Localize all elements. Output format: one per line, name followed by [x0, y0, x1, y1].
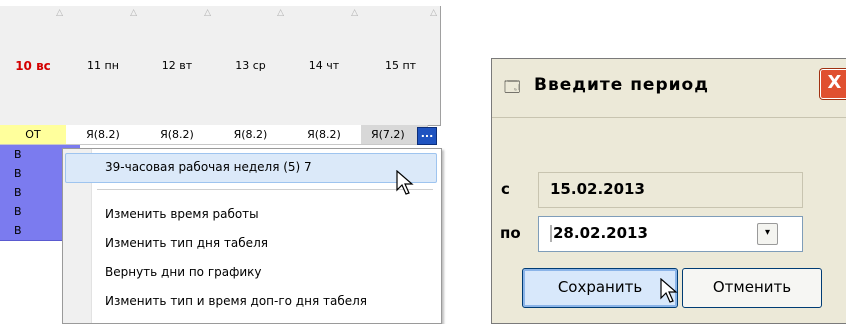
dialog-title: Введите период: [534, 75, 709, 95]
column-header-11[interactable]: △ 11 пн: [66, 6, 141, 126]
menu-separator: [97, 189, 433, 190]
ellipsis-button[interactable]: ...: [417, 127, 437, 145]
sort-triangle-icon: △: [56, 8, 63, 18]
sort-triangle-icon: △: [130, 8, 137, 18]
chevron-down-icon[interactable]: ▾: [757, 223, 778, 245]
context-menu: 39-часовая рабочая неделя (5) 7 Изменить…: [62, 148, 442, 324]
column-header-13[interactable]: △ 13 ср: [214, 6, 288, 126]
menu-item-change-work-time[interactable]: Изменить время работы: [105, 207, 259, 221]
close-button[interactable]: X: [820, 69, 846, 99]
column-header-14[interactable]: △ 14 чт: [287, 6, 362, 126]
table-cell[interactable]: ОТ: [0, 125, 67, 145]
sort-triangle-icon: △: [351, 8, 358, 18]
window-icon: 🗔: [504, 78, 521, 96]
sort-triangle-icon: △: [430, 8, 437, 18]
to-label: по: [500, 224, 521, 242]
menu-item-change-extra-day[interactable]: Изменить тип и время доп-го дня табеля: [105, 294, 367, 308]
column-header-10[interactable]: △ 10 вс: [0, 6, 67, 126]
mouse-pointer-icon: [396, 170, 414, 195]
menu-item-restore-days[interactable]: Вернуть дни по графику: [105, 265, 262, 279]
table-cell[interactable]: Я(8.2): [66, 125, 141, 145]
table-cell[interactable]: Я(8.2): [287, 125, 362, 145]
dialog-titlebar[interactable]: 🗔 Введите период X: [492, 59, 846, 118]
from-date-field: 15.02.2013: [538, 172, 803, 208]
table-cell[interactable]: Я(8.2): [140, 125, 215, 145]
column-header-12[interactable]: △ 12 вт: [140, 6, 215, 126]
column-header-15[interactable]: △ 15 пт: [361, 6, 441, 126]
menu-item-work-week[interactable]: 39-часовая рабочая неделя (5) 7: [105, 160, 312, 174]
sort-triangle-icon: △: [277, 8, 284, 18]
cancel-button[interactable]: Отменить: [682, 268, 822, 308]
text-cursor: [550, 225, 552, 242]
sort-triangle-icon: △: [204, 8, 211, 18]
menu-item-change-day-type[interactable]: Изменить тип дня табеля: [105, 236, 268, 250]
save-button[interactable]: Сохранить: [522, 268, 678, 308]
from-label: с: [501, 180, 510, 198]
mouse-pointer-icon: [660, 278, 678, 303]
table-cell[interactable]: Я(8.2): [214, 125, 288, 145]
